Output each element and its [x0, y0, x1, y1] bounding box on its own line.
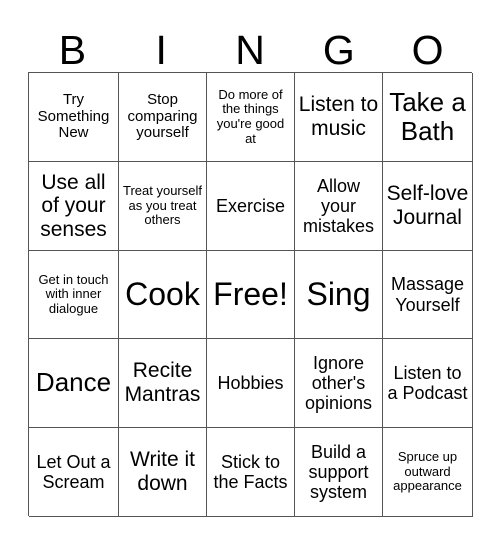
- bingo-cell-label: Stop comparing yourself: [127, 90, 198, 142]
- bingo-cell-r1c1[interactable]: Try Something New: [29, 73, 119, 162]
- bingo-cell-label: Build a support system: [308, 441, 369, 503]
- header-letter-o: O: [411, 27, 444, 73]
- header-letter-b: B: [58, 27, 87, 73]
- bingo-cell-r2c2[interactable]: Treat yourself as you treat others: [119, 162, 207, 251]
- bingo-cell-label: Treat yourself as you treat others: [123, 183, 202, 228]
- bingo-cell-label: Recite Mantras: [124, 359, 201, 406]
- bingo-cell-label: Stick to the Facts: [213, 451, 288, 492]
- bingo-cell-r3c2[interactable]: Cook: [119, 251, 207, 339]
- bingo-free-label: Free!: [213, 275, 288, 312]
- bingo-cell-label: Get in touch with inner dialogue: [38, 271, 109, 316]
- bingo-cell-r3c1[interactable]: Get in touch with inner dialogue: [29, 251, 119, 339]
- bingo-cell-label: Cook: [125, 275, 200, 312]
- bingo-cell-label: Ignore other's opinions: [304, 352, 373, 414]
- header-letter-n: N: [235, 27, 265, 73]
- bingo-cell-r2c5[interactable]: Self-love Journal: [383, 162, 473, 251]
- bingo-cell-r2c3[interactable]: Exercise: [207, 162, 295, 251]
- bingo-cell-label: Massage Yourself: [390, 274, 465, 315]
- bingo-grid: Try Something New Stop comparing yoursel…: [28, 72, 473, 517]
- bingo-cell-r5c3[interactable]: Stick to the Facts: [207, 428, 295, 517]
- bingo-cell-label: Listen to a Podcast: [387, 362, 468, 403]
- bingo-cell-free-space[interactable]: Free!: [207, 251, 295, 339]
- bingo-cell-r5c4[interactable]: Build a support system: [295, 428, 383, 517]
- bingo-cell-r4c2[interactable]: Recite Mantras: [119, 339, 207, 428]
- bingo-cell-label: Use all of your senses: [40, 170, 107, 241]
- bingo-cell-label: Take a Bath: [389, 86, 466, 146]
- bingo-cell-r1c4[interactable]: Listen to music: [295, 73, 383, 162]
- bingo-cell-label: Do more of the things you're good at: [216, 86, 285, 146]
- bingo-cell-r3c5[interactable]: Massage Yourself: [383, 251, 473, 339]
- bingo-cell-r2c1[interactable]: Use all of your senses: [29, 162, 119, 251]
- bingo-cell-r5c1[interactable]: Let Out a Scream: [29, 428, 119, 517]
- bingo-cell-label: Let Out a Scream: [36, 451, 111, 492]
- bingo-cell-label: Try Something New: [37, 90, 110, 142]
- header-letter-g: G: [322, 27, 355, 73]
- header-letter-i: I: [155, 27, 167, 73]
- bingo-cell-r4c3[interactable]: Hobbies: [207, 339, 295, 428]
- bingo-cell-r1c2[interactable]: Stop comparing yourself: [119, 73, 207, 162]
- bingo-cell-r3c4[interactable]: Sing: [295, 251, 383, 339]
- bingo-cell-r1c5[interactable]: Take a Bath: [383, 73, 473, 162]
- bingo-cell-r2c4[interactable]: Allow your mistakes: [295, 162, 383, 251]
- bingo-cell-label: Allow your mistakes: [302, 175, 374, 237]
- bingo-cell-label: Listen to music: [298, 93, 379, 140]
- bingo-cell-label: Exercise: [215, 195, 286, 216]
- bingo-header-row: B I N G O: [28, 18, 472, 72]
- bingo-cell-r4c5[interactable]: Listen to a Podcast: [383, 339, 473, 428]
- bingo-cell-r5c5[interactable]: Spruce up outward appearance: [383, 428, 473, 517]
- bingo-cell-label: Spruce up outward appearance: [393, 449, 462, 494]
- bingo-cell-label: Self-love Journal: [386, 182, 469, 229]
- bingo-card: B I N G O Try Something New Stop compari…: [0, 0, 500, 544]
- bingo-cell-r5c2[interactable]: Write it down: [119, 428, 207, 517]
- bingo-cell-label: Dance: [35, 367, 112, 398]
- bingo-cell-label: Write it down: [130, 448, 195, 495]
- bingo-cell-r4c4[interactable]: Ignore other's opinions: [295, 339, 383, 428]
- bingo-cell-r4c1[interactable]: Dance: [29, 339, 119, 428]
- bingo-cell-r1c3[interactable]: Do more of the things you're good at: [207, 73, 295, 162]
- bingo-cell-label: Sing: [306, 275, 371, 312]
- bingo-cell-label: Hobbies: [217, 372, 284, 393]
